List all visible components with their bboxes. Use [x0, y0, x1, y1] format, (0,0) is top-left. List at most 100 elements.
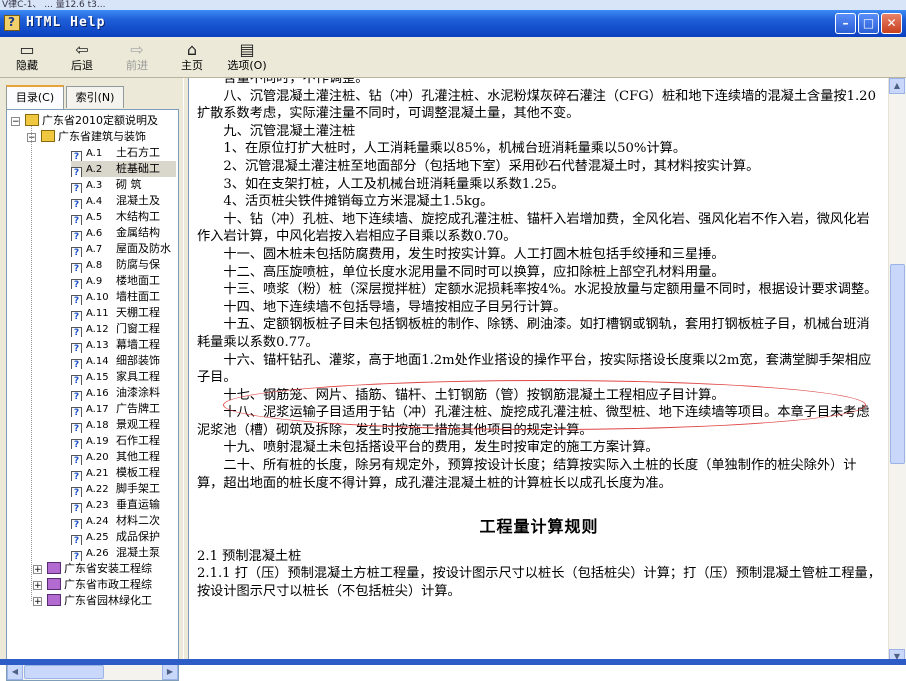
expand-toggle-icon[interactable]: +	[33, 581, 42, 591]
navigation-pane: 目录(C) 索引(N) − 广东省2010定额说明及 − 广东省建筑与装饰? A.1 土石…	[0, 78, 183, 681]
topic-code: A.13	[86, 340, 109, 351]
tree-topic-item[interactable]: ? A.15 家具工程	[71, 369, 176, 385]
topic-code: A.23	[86, 500, 109, 511]
topic-code: A.14	[86, 356, 109, 367]
tree-book-item[interactable]: − 广东省建筑与装饰	[27, 129, 177, 145]
background-window-text: V律C-1、 ... 量12.6 t3...	[2, 0, 106, 10]
help-topic-icon: ?	[71, 359, 82, 369]
topic-name: 墙柱面工	[116, 290, 160, 303]
tree-topic-item[interactable]: ? A.5 木结构工	[71, 209, 176, 225]
topic-name: 土石方工	[116, 146, 160, 159]
hide-pane-icon: ▭	[19, 40, 35, 59]
tree-topic-item[interactable]: ? A.18 景观工程	[71, 417, 176, 433]
help-topic-icon: ?	[71, 455, 82, 465]
collapse-toggle-icon[interactable]: −	[11, 117, 20, 127]
topic-name: 家具工程	[116, 370, 160, 383]
tree-topic-item[interactable]: ? A.23 垂直运输	[71, 497, 176, 513]
horizontal-scroll-thumb[interactable]	[24, 665, 104, 679]
tree-horizontal-scrollbar[interactable]: ◀ ▶	[7, 663, 178, 680]
tree-root-item[interactable]: − 广东省2010定额说明及	[11, 113, 176, 129]
closed-book-icon	[47, 562, 61, 574]
tab-index[interactable]: 索引(N)	[66, 86, 124, 108]
topic-name: 幕墙工程	[116, 338, 160, 351]
options-button[interactable]: ▤ 选项(O)	[222, 40, 272, 76]
tree-connector-line	[31, 126, 32, 601]
tree-topic-item[interactable]: ? A.7 屋面及防水	[71, 241, 176, 257]
tree-book-item[interactable]: + 广东省市政工程综	[33, 577, 178, 593]
tree-topic-item[interactable]: ? A.26 混凝土泵	[71, 545, 176, 561]
help-topic-icon: ?	[71, 231, 82, 241]
help-topic-icon: ?	[71, 183, 82, 193]
help-topic-icon: ?	[71, 375, 82, 385]
content-paragraph: 3、如在支架打桩，人工及机械台班消耗量乘以系数1.25。	[223, 176, 565, 192]
tree-topic-item[interactable]: ? A.21 模板工程	[71, 465, 176, 481]
tree-topic-item[interactable]: ? A.20 其他工程	[71, 449, 176, 465]
tree-topic-item[interactable]: ? A.9 楼地面工	[71, 273, 176, 289]
tree-book-item[interactable]: + 广东省园林绿化工	[33, 593, 178, 609]
scroll-left-button[interactable]: ◀	[7, 664, 23, 680]
home-button[interactable]: ⌂ 主页	[167, 40, 217, 76]
tree-topic-item[interactable]: ? A.2 桩基础工	[71, 161, 176, 177]
toolbar: ▭ 隐藏 ⇦ 后退 ⇨ 前进 ⌂ 主页 ▤ 选项(O)	[0, 37, 906, 78]
topic-code: A.16	[86, 388, 109, 399]
scroll-right-button[interactable]: ▶	[162, 664, 178, 680]
maximize-button[interactable]: □	[858, 13, 879, 34]
expand-toggle-icon[interactable]: +	[33, 565, 42, 575]
section-heading: 工程量计算规则	[479, 517, 599, 537]
tree-topic-item[interactable]: ? A.24 材料二次	[71, 513, 176, 529]
forward-button[interactable]: ⇨ 前进	[112, 40, 162, 76]
vertical-scroll-thumb[interactable]	[890, 264, 905, 464]
topic-code: A.18	[86, 420, 109, 431]
tree-topic-item[interactable]: ? A.12 门窗工程	[71, 321, 176, 337]
content-vertical-scrollbar[interactable]: ▲ ▼	[888, 78, 906, 665]
topic-code: A.12	[86, 324, 109, 335]
topic-name: 楼地面工	[116, 274, 160, 287]
topic-name: 天棚工程	[116, 306, 160, 319]
help-topic-icon: ?	[71, 263, 82, 273]
tree-topic-item[interactable]: ? A.19 石作工程	[71, 433, 176, 449]
help-app-icon	[4, 15, 20, 31]
topic-name: 石作工程	[116, 434, 160, 447]
help-topic-icon: ?	[71, 295, 82, 305]
tree-topic-item[interactable]: ? A.8 防腐与保	[71, 257, 176, 273]
content-paragraph: 4、活页桩尖铁件摊销每立方米混凝土1.5kg。	[223, 194, 494, 210]
topic-code: A.11	[86, 308, 109, 319]
tree-topic-item[interactable]: ? A.14 细部装饰	[71, 353, 176, 369]
tree-topic-item[interactable]: ? A.10 墙柱面工	[71, 289, 176, 305]
tree-book-item[interactable]: + 广东省安装工程综	[33, 561, 178, 577]
tree-topic-item[interactable]: ? A.6 金属结构	[71, 225, 176, 241]
back-button[interactable]: ⇦ 后退	[57, 40, 107, 76]
tab-contents[interactable]: 目录(C)	[6, 85, 64, 109]
tree-topic-item[interactable]: ? A.13 幕墙工程	[71, 337, 176, 353]
tree-topic-item[interactable]: ? A.3 砌 筑	[71, 177, 176, 193]
help-topic-icon: ?	[71, 391, 82, 401]
scroll-up-button[interactable]: ▲	[889, 78, 905, 94]
minimize-button[interactable]: –	[835, 13, 856, 34]
content-paragraph: 1、在原位打扩大桩时，人工消耗量乘以85%，机械台班消耗量乘以50%计算。	[223, 141, 687, 157]
tree-topic-item[interactable]: ? A.16 油漆涂料	[71, 385, 176, 401]
paragraph-list: 八、沉管混凝土灌注桩、钻（冲）孔灌注桩、水泥粉煤灰碎石灌注（CFG）桩和地下连续…	[197, 88, 881, 493]
tree-topic-item[interactable]: ? A.17 广告牌工	[71, 401, 176, 417]
back-label: 后退	[71, 59, 93, 72]
topic-name: 模板工程	[116, 466, 160, 479]
expand-toggle-icon[interactable]: +	[33, 597, 42, 607]
tree-topic-item[interactable]: ? A.22 脚手架工	[71, 481, 176, 497]
content-paragraph: 九、沉管混凝土灌注桩	[223, 123, 356, 139]
help-topic-icon: ?	[71, 327, 82, 337]
hide-button[interactable]: ▭ 隐藏	[2, 40, 52, 76]
topic-name: 门窗工程	[116, 322, 160, 335]
tree-topic-item[interactable]: ? A.4 混凝土及	[71, 193, 176, 209]
tree-topic-item[interactable]: ? A.25 成品保护	[71, 529, 176, 545]
topic-code: A.1	[86, 148, 103, 159]
tree-topic-item[interactable]: ? A.11 天棚工程	[71, 305, 176, 321]
help-topic-icon: ?	[71, 519, 82, 529]
tree-topic-item[interactable]: ? A.1 土石方工	[71, 145, 176, 161]
topic-code: A.7	[86, 244, 103, 255]
content-paragraph: 十五、定额钢板桩子目未包括钢板桩的制作、除锈、刷油漆。如打槽钢或钢轨，套用打钢板…	[197, 317, 870, 350]
close-button[interactable]: ✕	[881, 13, 902, 34]
topic-name: 材料二次	[116, 514, 160, 527]
tree-item-label: 广东省安装工程综	[64, 562, 152, 575]
content-paragraph: 十一、圆木桩未包括防腐费用，发生时按实计算。人工打圆木桩包括手绞捶和三星捶。	[223, 246, 725, 262]
contents-tree[interactable]: − 广东省2010定额说明及 − 广东省建筑与装饰? A.1 土石方工? A.2 桩基础工? A…	[6, 109, 179, 681]
title-bar[interactable]: HTML Help – □ ✕	[0, 10, 906, 37]
